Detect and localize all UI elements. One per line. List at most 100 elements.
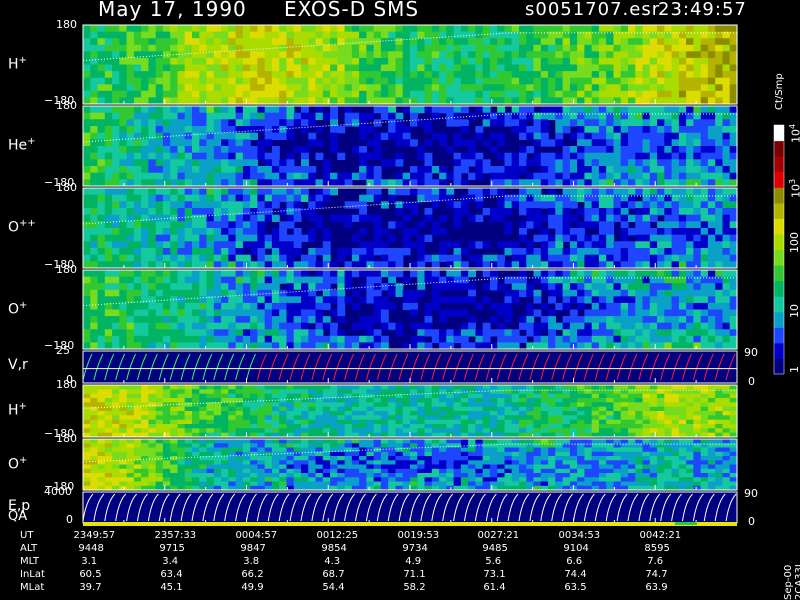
spectrogram-cell — [264, 90, 273, 98]
spectrogram-cell — [562, 152, 571, 160]
spectrogram-cell — [293, 296, 302, 304]
spectrogram-cell — [141, 389, 149, 395]
spectrogram-cell — [548, 389, 556, 395]
spectrogram-cell — [286, 393, 295, 399]
spectrogram-cell — [213, 71, 222, 79]
spectrogram-cell — [213, 188, 222, 196]
spectrogram-cell — [184, 77, 193, 85]
spectrogram-cell — [388, 31, 397, 39]
spectrogram-cell — [373, 25, 382, 33]
spectrogram-cell — [213, 126, 222, 134]
spectrogram-cell — [686, 283, 694, 291]
spectrogram-cell — [620, 208, 629, 216]
spectrogram-cell — [366, 64, 375, 72]
spectrogram-cell — [301, 322, 309, 330]
spectrogram-cell — [686, 411, 694, 416]
spectrogram-cell — [359, 398, 367, 403]
spectrogram-cell — [257, 411, 266, 416]
spectrogram-cell — [460, 71, 469, 79]
spectrogram-cell — [257, 402, 266, 408]
spectrogram-cell — [642, 289, 651, 297]
spectrogram-cell — [221, 166, 229, 174]
spectrogram-cell — [90, 322, 99, 330]
spectrogram-cell — [482, 428, 491, 434]
spectrogram-cell — [83, 424, 91, 429]
spectrogram-cell — [555, 90, 564, 98]
spectrogram-cell — [228, 254, 237, 262]
spectrogram-cell — [569, 241, 578, 249]
spectrogram-cell — [460, 402, 469, 408]
spectrogram-cell — [235, 270, 244, 278]
spectrogram-cell — [250, 201, 258, 209]
spectrogram-cell — [424, 385, 433, 390]
spectrogram-cell — [97, 309, 106, 317]
spectrogram-cell — [678, 393, 687, 399]
spectrogram-cell — [162, 119, 171, 127]
spectrogram-cell — [148, 139, 157, 147]
spectrogram-cell — [308, 71, 317, 79]
spectrogram-cell — [308, 25, 317, 33]
spectrogram-cell — [555, 419, 564, 425]
spectrogram-cell — [642, 385, 651, 390]
spectrogram-cell — [380, 90, 389, 98]
spectrogram-cell — [678, 77, 687, 85]
spectrogram-cell — [322, 419, 331, 425]
spectrogram-cell — [700, 201, 709, 209]
spectrogram-cell — [707, 64, 716, 72]
spectrogram-cell — [620, 283, 629, 291]
spectrogram-cell — [264, 411, 273, 416]
spectrogram-cell — [373, 335, 382, 343]
spectrogram-cell — [504, 201, 513, 209]
spectrogram-cell — [620, 254, 629, 262]
spectrogram-cell — [497, 254, 506, 262]
spectrogram-cell — [700, 31, 709, 39]
spectrogram-cell — [141, 132, 149, 140]
spectrogram-cell — [126, 419, 135, 425]
spectrogram-cell — [562, 424, 571, 429]
spectrogram-cell — [482, 283, 491, 291]
spectrogram-cell — [555, 415, 564, 421]
spectrogram-cell — [519, 283, 527, 291]
spectrogram-cell — [83, 166, 91, 174]
spectrogram-cell — [90, 132, 99, 140]
spectrogram-cell — [83, 254, 91, 262]
spectrogram-cell — [642, 234, 651, 242]
spectrogram-cell — [533, 276, 542, 284]
spectrogram-cell — [184, 393, 193, 399]
spectrogram-cell — [686, 201, 694, 209]
spectrogram-cell — [279, 44, 288, 52]
spectrogram-cell — [257, 64, 266, 72]
spectrogram-cell — [388, 415, 397, 421]
spectrogram-cell — [337, 283, 346, 291]
spectrogram-cell — [373, 241, 382, 249]
spectrogram-cell — [351, 51, 360, 59]
spectrogram-cell — [271, 166, 280, 174]
spectrogram-cell — [649, 214, 658, 222]
spectrogram-cell — [293, 322, 302, 330]
spectrogram-cell — [264, 159, 273, 167]
spectrogram-cell — [330, 146, 338, 154]
spectrogram-cell — [184, 415, 193, 421]
spectrogram-cell — [424, 411, 433, 416]
spectrogram-cell — [526, 188, 535, 196]
spectrogram-cell — [221, 329, 229, 337]
spectrogram-cell — [497, 188, 506, 196]
spectrogram-cell — [133, 44, 142, 52]
spectrogram-cell — [569, 159, 578, 167]
spectrogram-cell — [417, 289, 426, 297]
spectrogram-cell — [482, 389, 491, 395]
spectrogram-cell — [577, 166, 585, 174]
spectrogram-cell — [148, 393, 157, 399]
spectrogram-cell — [635, 188, 644, 196]
spectrogram-cell — [133, 309, 142, 317]
spectrogram-cell — [395, 172, 404, 180]
spectrogram-cell — [133, 64, 142, 72]
spectrogram-cell — [519, 25, 527, 33]
spectrogram-cell — [628, 411, 636, 416]
spectrogram-cell — [562, 38, 571, 46]
spectrogram-cell — [279, 159, 288, 167]
spectrogram-cell — [221, 106, 229, 114]
spectrogram-cell — [628, 166, 636, 174]
spectrogram-cell — [686, 248, 694, 256]
spectrogram-cell — [417, 389, 426, 395]
